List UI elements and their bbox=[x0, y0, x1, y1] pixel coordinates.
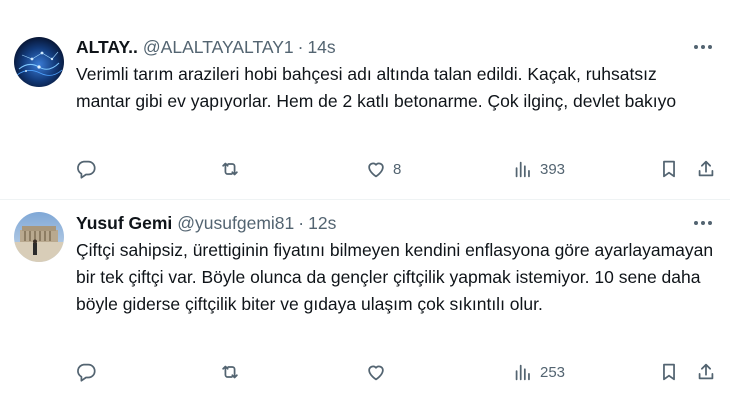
user-handle[interactable]: @yusufgemi81 bbox=[177, 213, 294, 234]
reply-button[interactable] bbox=[75, 358, 103, 386]
tweet-header: ALTAY.. @ALALTAYALTAY1 · 14s bbox=[76, 36, 336, 58]
bookmark-icon bbox=[663, 363, 675, 381]
share-icon bbox=[698, 363, 714, 380]
reply-button[interactable] bbox=[75, 155, 103, 183]
tweet-text: Çiftçi sahipsiz, ürettiginin fiyatını bi… bbox=[76, 240, 714, 314]
separator-dot: · bbox=[298, 212, 305, 233]
more-icon[interactable] bbox=[690, 36, 716, 58]
heart-icon bbox=[368, 162, 384, 178]
views-button[interactable]: 393 bbox=[512, 155, 565, 183]
like-count: 8 bbox=[393, 160, 402, 178]
tweet-actions: 8 393 bbox=[0, 155, 730, 183]
blue-network-avatar-image bbox=[14, 37, 64, 87]
share-button[interactable] bbox=[695, 155, 717, 183]
bookmark-button[interactable] bbox=[658, 358, 680, 386]
views-icon bbox=[515, 161, 530, 178]
timestamp[interactable]: 14s bbox=[307, 37, 335, 58]
like-button[interactable] bbox=[365, 358, 393, 386]
monument-avatar-image bbox=[14, 212, 64, 262]
tweet[interactable]: ALTAY.. @ALALTAYALTAY1 · 14s Verimli tar… bbox=[0, 0, 730, 199]
share-button[interactable] bbox=[695, 358, 717, 386]
reply-icon bbox=[77, 160, 96, 179]
view-count: 393 bbox=[540, 160, 566, 178]
share-icon bbox=[698, 160, 714, 177]
tweet-header: Yusuf Gemi @yusufgemi81 · 12s bbox=[76, 212, 336, 234]
retweet-icon bbox=[222, 365, 238, 379]
like-button[interactable]: 8 bbox=[365, 155, 401, 183]
timestamp[interactable]: 12s bbox=[308, 213, 336, 234]
tweet[interactable]: Yusuf Gemi @yusufgemi81 · 12s Çiftçi sah… bbox=[0, 200, 730, 420]
separator-dot: · bbox=[297, 36, 304, 57]
retweet-button[interactable] bbox=[219, 155, 247, 183]
avatar[interactable] bbox=[14, 37, 64, 87]
display-name[interactable]: ALTAY.. bbox=[76, 37, 138, 58]
view-count: 253 bbox=[540, 363, 566, 381]
avatar[interactable] bbox=[14, 212, 64, 262]
more-icon[interactable] bbox=[690, 212, 716, 234]
bookmark-icon bbox=[663, 160, 675, 178]
display-name[interactable]: Yusuf Gemi bbox=[76, 213, 172, 234]
views-button[interactable]: 253 bbox=[512, 358, 565, 386]
retweet-button[interactable] bbox=[219, 358, 247, 386]
retweet-icon bbox=[222, 162, 238, 176]
reply-icon bbox=[77, 363, 96, 382]
views-icon bbox=[515, 364, 530, 381]
user-handle[interactable]: @ALALTAYALTAY1 bbox=[143, 37, 294, 58]
tweet-actions: 253 bbox=[0, 358, 730, 386]
tweet-text: Verimli tarım arazileri hobi bahçesi adı… bbox=[76, 64, 677, 111]
heart-icon bbox=[368, 365, 384, 381]
bookmark-button[interactable] bbox=[658, 155, 680, 183]
